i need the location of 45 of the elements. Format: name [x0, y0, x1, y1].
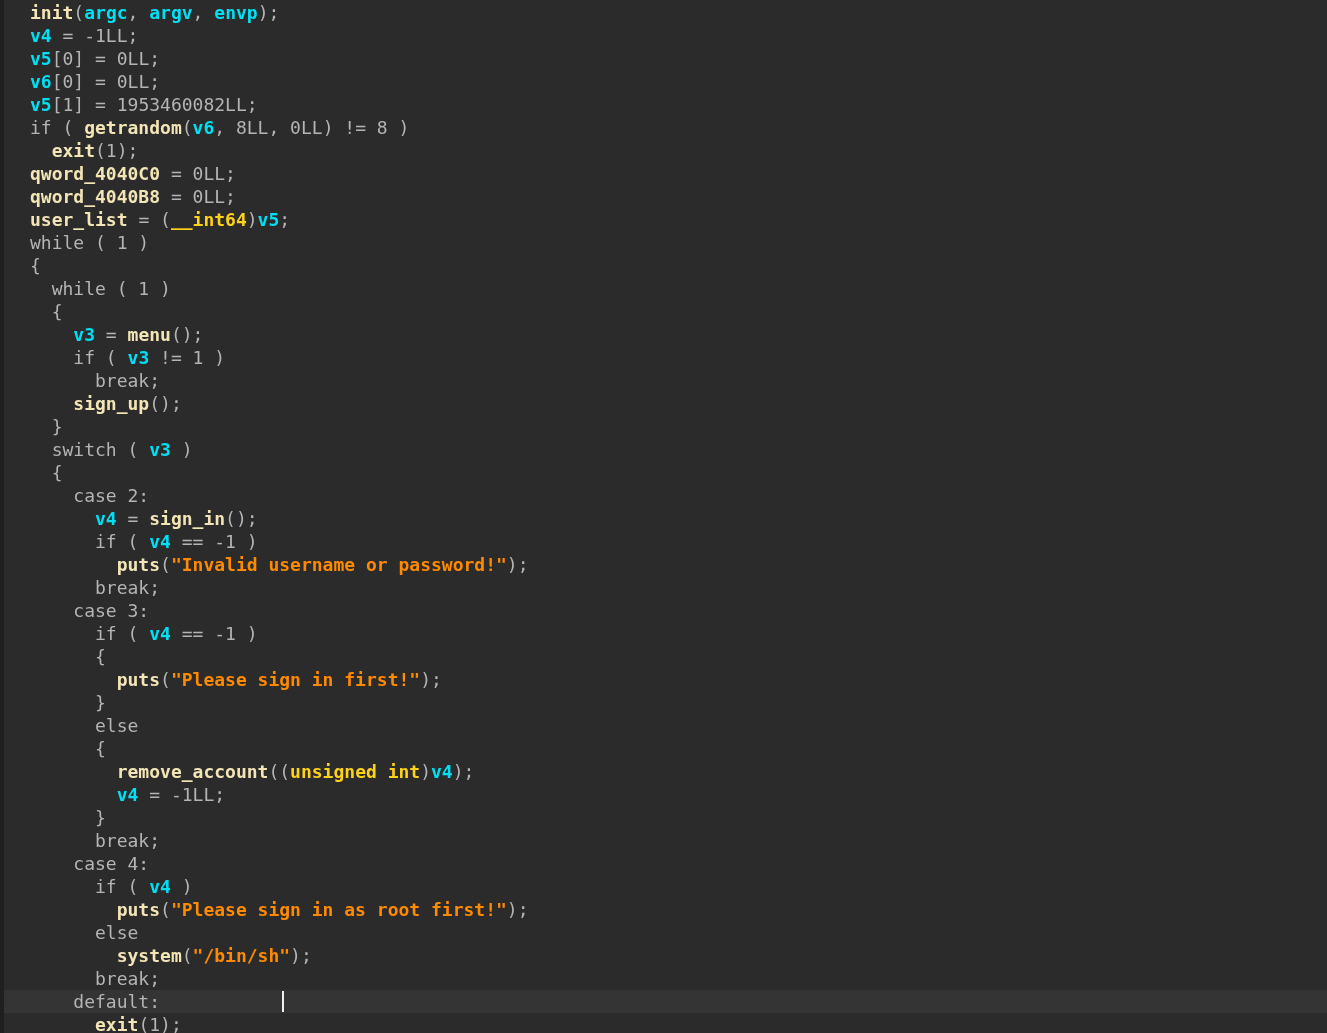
code-line: break;: [94, 576, 162, 599]
code-line: exit(1);: [94, 1013, 183, 1033]
code-line: init(argc, argv, envp);: [29, 1, 281, 24]
code-line: else: [94, 714, 140, 737]
code-line: v3 = menu();: [72, 323, 205, 346]
code-line: while ( 1 ): [50, 277, 172, 300]
code-line: system("/bin/sh");: [115, 944, 313, 967]
code-line: switch ( v3 ): [50, 438, 194, 461]
code-line: if ( v4 == -1 ): [94, 622, 259, 645]
code-line: break;: [94, 829, 162, 852]
code-line: {: [94, 737, 107, 760]
code-line: {: [50, 461, 64, 484]
code-line: case 2:: [72, 484, 151, 507]
code-line: else: [94, 921, 140, 944]
code-line: }: [50, 415, 64, 438]
code-line: exit(1);: [50, 139, 140, 162]
text-cursor: [282, 991, 284, 1012]
code-line: sign_up();: [72, 392, 183, 415]
code-line: v6[0] = 0LL;: [29, 70, 162, 93]
code-line: case 4:: [72, 852, 151, 875]
code-line: {: [29, 254, 42, 277]
code-line: qword_4040B8 = 0LL;: [29, 185, 237, 208]
code-line: v4 = sign_in();: [94, 507, 259, 530]
code-line: break;: [94, 369, 162, 392]
code-line: if ( v4 ): [94, 875, 194, 898]
code-line: remove_account((unsigned int)v4);: [115, 760, 476, 783]
code-line: v4 = -1LL;: [115, 783, 227, 806]
code-line: if ( v3 != 1 ): [72, 346, 227, 369]
code-line: puts("Please sign in as root first!");: [115, 898, 530, 921]
code-line: qword_4040C0 = 0LL;: [29, 162, 237, 185]
code-line: v5[1] = 1953460082LL;: [29, 93, 259, 116]
code-line: puts("Please sign in first!");: [115, 668, 443, 691]
code-line: while ( 1 ): [29, 231, 151, 254]
code-line: v4 = -1LL;: [29, 24, 140, 47]
code-line: user_list = (__int64)v5;: [29, 208, 292, 231]
code-line: if ( v4 == -1 ): [94, 530, 259, 553]
code-line: if ( getrandom(v6, 8LL, 0LL) != 8 ): [29, 116, 411, 139]
code-line: }: [94, 691, 107, 714]
code-line: {: [50, 300, 64, 323]
code-line: v5[0] = 0LL;: [29, 47, 162, 70]
code-line: }: [94, 806, 107, 829]
code-line: break;: [94, 967, 162, 990]
code-line: puts("Invalid username or password!");: [115, 553, 530, 576]
code-line: {: [94, 645, 107, 668]
code-line: case 3:: [72, 599, 151, 622]
